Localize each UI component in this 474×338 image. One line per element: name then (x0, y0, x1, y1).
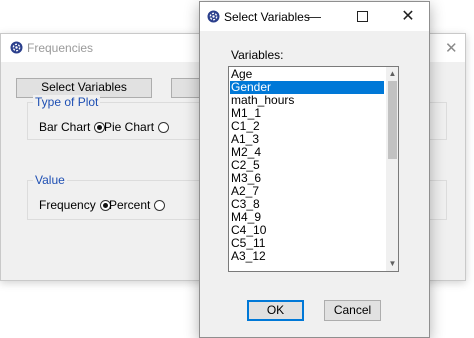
app-icon (10, 41, 23, 57)
variables-label: Variables: (231, 48, 284, 62)
bar-chart-option[interactable]: Bar Chart (39, 120, 106, 134)
percent-radio[interactable] (154, 200, 166, 211)
secondary-button[interactable] (171, 78, 201, 98)
cancel-button[interactable]: Cancel (324, 300, 381, 321)
maximize-icon (356, 11, 368, 22)
type-of-plot-group-edge (427, 102, 447, 140)
scroll-thumb[interactable] (388, 81, 397, 159)
list-item[interactable]: A3_12 (230, 250, 384, 263)
app-icon (207, 10, 220, 26)
select-variables-dialog: Select Variables — ✕ Variables: Age Gende… (199, 1, 430, 338)
minimize-button[interactable]: — (291, 2, 337, 31)
ok-button[interactable]: OK (247, 300, 304, 321)
bar-chart-label: Bar Chart (39, 120, 91, 134)
frequency-option[interactable]: Frequency (39, 198, 111, 212)
percent-option[interactable]: Percent (109, 198, 166, 212)
value-group-edge (427, 180, 447, 220)
pie-chart-label: Pie Chart (104, 120, 155, 134)
scroll-down-icon[interactable]: ▼ (386, 258, 398, 270)
list-scrollbar[interactable]: ▲ ▼ (386, 67, 398, 271)
dialog-titlebar[interactable]: Select Variables — ✕ (200, 2, 429, 31)
pie-chart-radio[interactable] (158, 122, 170, 133)
window-title: Frequencies (27, 41, 94, 55)
close-button[interactable]: ✕ (385, 2, 431, 31)
variables-listbox[interactable]: Age Gender math_hours M1_1 C1_2 A1_3 M2_4 C2_5 M… (228, 66, 399, 272)
value-legend: Value (33, 173, 67, 187)
type-of-plot-legend: Type of Plot (33, 95, 101, 109)
scroll-up-icon[interactable]: ▲ (386, 68, 398, 80)
pie-chart-option[interactable]: Pie Chart (104, 120, 170, 134)
frequency-label: Frequency (39, 198, 96, 212)
percent-label: Percent (109, 198, 151, 212)
close-icon: ✕ (401, 8, 415, 25)
minimize-icon: — (307, 8, 321, 24)
close-icon[interactable]: ✕ (445, 39, 458, 57)
maximize-button[interactable] (339, 2, 385, 31)
